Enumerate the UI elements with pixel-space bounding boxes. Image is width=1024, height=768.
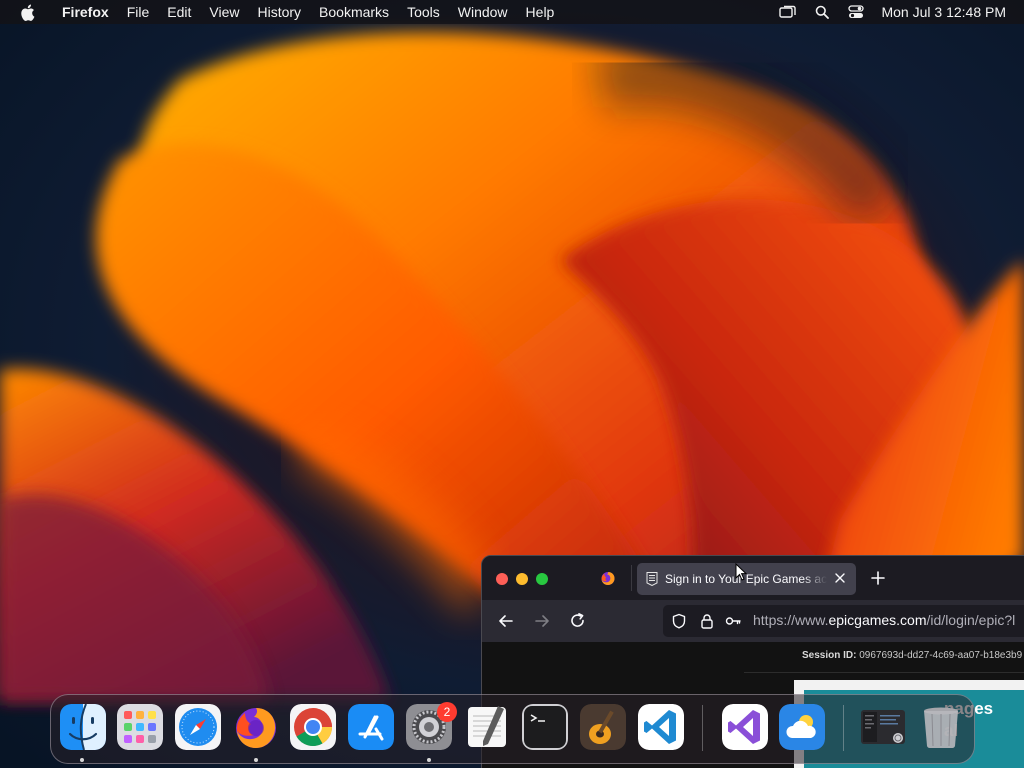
close-tab-icon[interactable]	[833, 571, 847, 585]
app-store-icon[interactable]	[348, 704, 394, 750]
running-indicator	[427, 758, 431, 762]
dock-separator	[843, 705, 844, 751]
tab-divider	[631, 565, 632, 591]
forward-arrow-icon[interactable]	[533, 612, 551, 630]
firefox-icon[interactable]	[233, 704, 279, 750]
menu-window[interactable]: Window	[449, 0, 517, 24]
url-bar[interactable]: https://www.epicgames.com/id/login/epic?…	[663, 605, 1024, 637]
garageband-icon[interactable]	[580, 704, 626, 750]
new-tab-icon[interactable]	[870, 570, 886, 586]
window-zoom-button[interactable]	[536, 573, 548, 585]
menu-tools[interactable]: Tools	[398, 0, 449, 24]
reload-icon[interactable]	[569, 612, 587, 630]
url-domain: epicgames.com	[828, 612, 927, 628]
screenshot-thumbnail-icon[interactable]	[860, 704, 906, 750]
tracking-protection-shield-icon[interactable]	[671, 613, 687, 629]
window-close-button[interactable]	[496, 573, 508, 585]
running-indicator	[254, 758, 258, 762]
visual-studio-icon[interactable]	[722, 704, 768, 750]
menu-help[interactable]: Help	[517, 0, 564, 24]
notification-badge: 2	[437, 702, 457, 722]
menu-view[interactable]: View	[200, 0, 248, 24]
window-minimize-button[interactable]	[516, 573, 528, 585]
url-text[interactable]: https://www.epicgames.com/id/login/epic?…	[753, 612, 1015, 628]
epic-games-favicon	[646, 572, 658, 586]
firefox-view-icon[interactable]	[600, 570, 616, 586]
finder-icon[interactable]	[60, 704, 106, 750]
key-icon[interactable]	[725, 613, 741, 629]
url-path: /id/login/epic?l	[926, 612, 1016, 628]
menu-file[interactable]: File	[118, 0, 159, 24]
menu-bookmarks[interactable]: Bookmarks	[310, 0, 398, 24]
divider	[744, 672, 1024, 673]
menu-bar: Firefox File Edit View History Bookmarks…	[0, 0, 1024, 24]
url-scheme: https://www.	[753, 612, 829, 628]
spotlight-search-icon[interactable]	[813, 3, 831, 21]
running-indicator	[80, 758, 84, 762]
tab-strip: Sign in to Your Epic Games account	[482, 556, 1024, 600]
menu-history[interactable]: History	[248, 0, 310, 24]
launchpad-icon[interactable]	[117, 704, 163, 750]
dock-separator	[702, 705, 703, 751]
screen-mirroring-icon[interactable]	[779, 3, 797, 21]
vscode-icon[interactable]	[638, 704, 684, 750]
terminal-icon[interactable]	[522, 704, 568, 750]
lock-icon[interactable]	[699, 613, 715, 629]
session-id-value: 0967693d-dd27-4c69-aa07-b18e3b9	[859, 650, 1023, 661]
chrome-icon[interactable]	[290, 704, 336, 750]
session-id-text: Session ID: 0967693d-dd27-4c69-aa07-b18e…	[802, 650, 1022, 661]
textedit-icon[interactable]	[464, 704, 510, 750]
menu-app-name[interactable]: Firefox	[53, 0, 118, 24]
dock: 2	[50, 694, 975, 764]
apple-logo-icon[interactable]	[18, 3, 36, 21]
back-arrow-icon[interactable]	[497, 612, 515, 630]
control-center-icon[interactable]	[847, 3, 865, 21]
menubar-clock[interactable]: Mon Jul 3 12:48 PM	[881, 4, 1006, 20]
weather-icon[interactable]	[779, 704, 825, 750]
menu-edit[interactable]: Edit	[158, 0, 200, 24]
safari-icon[interactable]	[175, 704, 221, 750]
trash-icon[interactable]	[918, 704, 964, 750]
navigation-toolbar: https://www.epicgames.com/id/login/epic?…	[482, 600, 1024, 642]
mouse-cursor-icon	[735, 563, 747, 581]
session-id-label: Session ID:	[802, 650, 857, 661]
